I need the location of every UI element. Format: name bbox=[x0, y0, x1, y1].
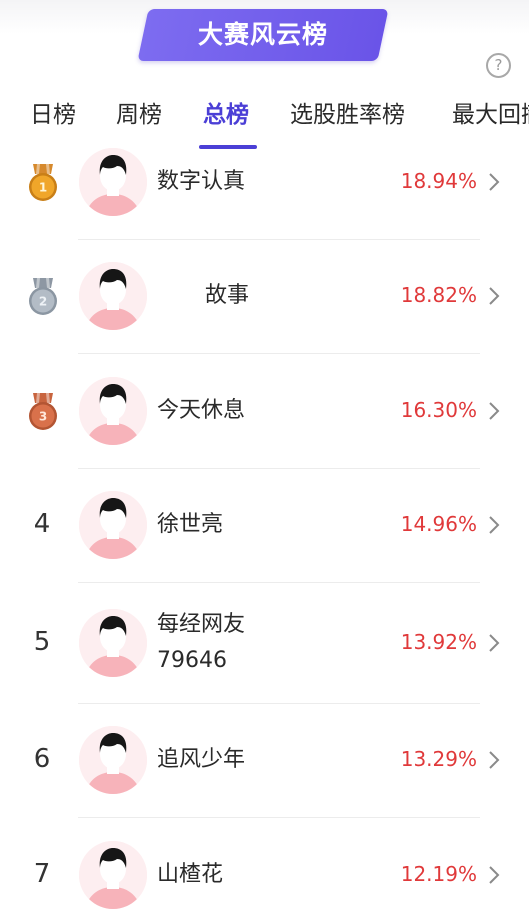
help-icon[interactable]: ? bbox=[486, 53, 511, 78]
avatar[interactable] bbox=[79, 377, 147, 445]
user-name: 数字认真 bbox=[157, 169, 246, 194]
chevron-right-icon[interactable] bbox=[487, 750, 501, 770]
user-name-line2: 79646 bbox=[157, 648, 227, 673]
row-divider bbox=[78, 468, 480, 469]
row-divider bbox=[78, 817, 480, 818]
avatar[interactable] bbox=[79, 841, 147, 909]
row-divider bbox=[78, 582, 480, 583]
chevron-right-icon[interactable] bbox=[487, 515, 501, 535]
rank-number: 5 bbox=[33, 627, 51, 657]
user-name: 山楂花 bbox=[157, 862, 224, 887]
chevron-right-icon[interactable] bbox=[487, 286, 501, 306]
chevron-right-icon[interactable] bbox=[487, 401, 501, 421]
gold-medal-icon: 1 bbox=[26, 164, 60, 204]
return-rate: 16.30% bbox=[400, 398, 477, 422]
return-rate: 18.94% bbox=[400, 169, 477, 193]
user-name: 故事 bbox=[205, 283, 250, 308]
return-rate: 18.82% bbox=[400, 283, 477, 307]
user-name: 徐世亮 bbox=[157, 512, 224, 537]
rank-number: 4 bbox=[33, 509, 51, 539]
chevron-right-icon[interactable] bbox=[487, 172, 501, 192]
return-rate: 13.29% bbox=[400, 747, 477, 771]
avatar[interactable] bbox=[79, 609, 147, 677]
silver-medal-icon: 2 bbox=[26, 278, 60, 318]
avatar[interactable] bbox=[79, 491, 147, 559]
svg-text:1: 1 bbox=[39, 181, 47, 195]
chevron-right-icon[interactable] bbox=[487, 865, 501, 885]
avatar[interactable] bbox=[79, 262, 147, 330]
return-rate: 12.19% bbox=[400, 862, 477, 886]
tab-weekly[interactable]: 周榜 bbox=[116, 95, 162, 139]
bronze-medal-icon: 3 bbox=[26, 393, 60, 433]
rank-number: 6 bbox=[33, 744, 51, 774]
rank-number: 7 bbox=[33, 859, 51, 889]
tab-bar: 日榜 周榜 总榜 选股胜率榜 最大回撤 bbox=[0, 95, 529, 147]
row-divider bbox=[78, 703, 480, 704]
tab-win-rate[interactable]: 选股胜率榜 bbox=[290, 95, 405, 139]
svg-text:3: 3 bbox=[39, 410, 47, 424]
user-name: 追风少年 bbox=[157, 747, 246, 772]
page-title: 大赛风云榜 bbox=[197, 20, 328, 49]
tab-daily[interactable]: 日榜 bbox=[30, 95, 76, 139]
svg-text:2: 2 bbox=[39, 295, 47, 309]
active-tab-indicator bbox=[199, 145, 257, 149]
return-rate: 13.92% bbox=[400, 630, 477, 654]
row-divider bbox=[78, 239, 480, 240]
row-divider bbox=[78, 353, 480, 354]
return-rate: 14.96% bbox=[400, 512, 477, 536]
user-name: 今天休息 bbox=[157, 398, 246, 423]
tab-overall[interactable]: 总榜 bbox=[203, 95, 249, 139]
avatar[interactable] bbox=[79, 726, 147, 794]
tab-max-drawdown[interactable]: 最大回撤 bbox=[452, 95, 529, 139]
avatar[interactable] bbox=[79, 148, 147, 216]
user-name: 每经网友 bbox=[157, 612, 246, 637]
chevron-right-icon[interactable] bbox=[487, 633, 501, 653]
